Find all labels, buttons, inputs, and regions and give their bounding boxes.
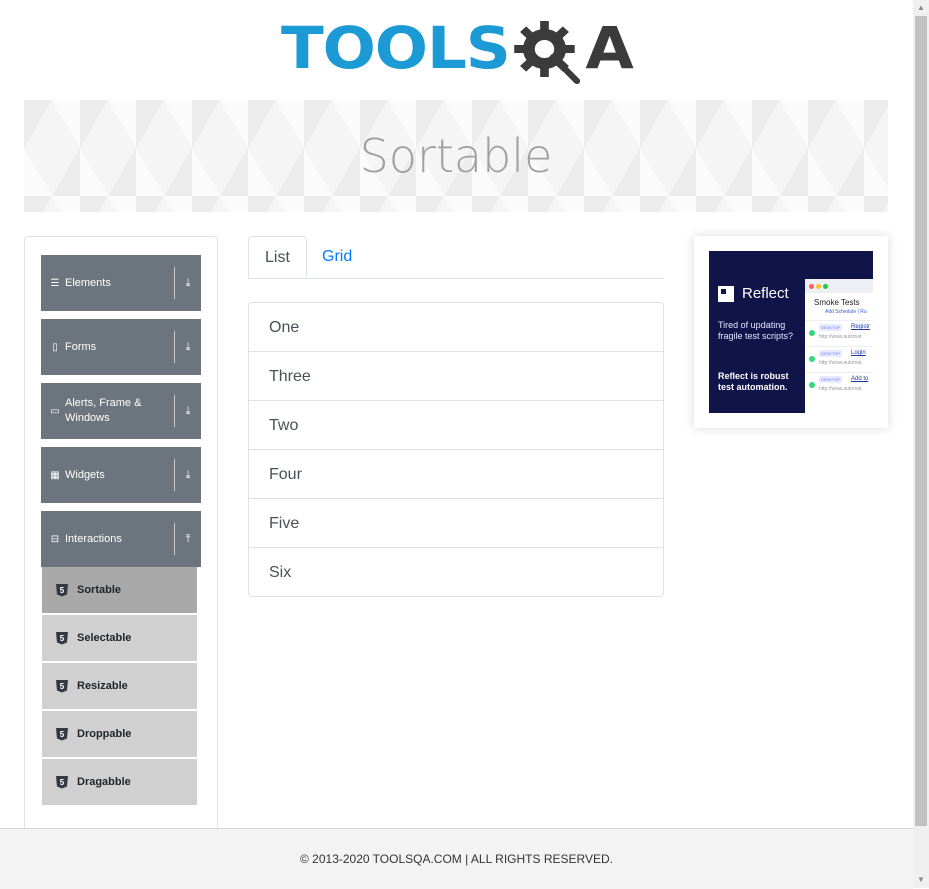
ad-row-badge: DESKTOP <box>819 324 843 331</box>
sidebar: ☰ Elements ⤓ ▯ Forms ⤓ ▭ Alerts, Frame &… <box>24 236 218 837</box>
dot-icon <box>823 283 828 289</box>
html5-icon: 5 <box>56 727 68 741</box>
ad-row-name: Add to <box>851 376 869 382</box>
sidebar-item-label: Sortable <box>77 584 122 596</box>
sidebar-group-label: Alerts, Frame & Windows <box>65 397 142 424</box>
list-item[interactable]: Four <box>249 450 663 499</box>
ad-row-name: Registr <box>851 324 871 330</box>
logo-text-tools: TOOLS <box>280 14 511 82</box>
vertical-scrollbar[interactable]: ▲ ▼ <box>913 0 929 888</box>
divider <box>174 267 175 299</box>
scroll-up-icon[interactable]: ▲ <box>913 0 929 16</box>
ad-row: DESKTOP Registr http://www.automat <box>805 320 873 346</box>
ad-row-url: http://www.automat <box>819 360 862 366</box>
arrow-down-icon: ⤓ <box>185 468 191 481</box>
list-item[interactable]: Two <box>249 401 663 450</box>
reflect-ad[interactable]: Reflect Tired of updating fragile test s… <box>709 251 873 413</box>
divider <box>174 395 175 427</box>
sidebar-group-interactions[interactable]: ⊟ Interactions ⤒ <box>41 511 201 567</box>
sidebar-item-dragabble[interactable]: 5 Dragabble <box>42 759 197 805</box>
arrow-down-icon: ⤓ <box>185 340 191 353</box>
ad-screenshot-panel: Smoke Tests Add Schedule | Ru DESKTOP Re… <box>805 279 873 413</box>
sidebar-item-droppable[interactable]: 5 Droppable <box>42 711 197 757</box>
sidebar-group-label: Interactions <box>65 532 122 545</box>
grid-icon: ▦ <box>50 469 60 481</box>
list-item[interactable]: Five <box>249 499 663 548</box>
ad-row-badge: DESKTOP <box>819 376 843 383</box>
dot-icon <box>816 283 821 289</box>
window-icon: ▭ <box>50 405 60 417</box>
dot-icon <box>809 283 814 289</box>
logo-text-qa: A <box>585 14 633 82</box>
tab-list[interactable]: List <box>248 236 307 278</box>
gear-icon <box>513 21 580 84</box>
tab-bar: List Grid <box>248 236 664 279</box>
list-item[interactable]: Six <box>249 548 663 596</box>
status-dot-icon <box>809 356 815 362</box>
reflect-logo: Reflect <box>718 285 789 302</box>
ad-tagline: Tired of updating fragile test scripts? <box>718 320 794 341</box>
list-item[interactable]: One <box>249 303 663 352</box>
sidebar-item-label: Selectable <box>77 632 132 644</box>
scroll-down-icon[interactable]: ▼ <box>913 872 929 888</box>
sidebar-item-sortable[interactable]: 5 Sortable <box>42 567 197 613</box>
footer-copyright: © 2013-2020 TOOLSQA.COM | ALL RIGHTS RES… <box>300 852 613 866</box>
sidebar-group-label: Forms <box>65 340 97 353</box>
sortable-list: One Three Two Four Five Six <box>248 302 664 597</box>
footer: © 2013-2020 TOOLSQA.COM | ALL RIGHTS RES… <box>0 828 913 889</box>
page-title: Sortable <box>359 129 553 183</box>
ad-row: DESKTOP Login http://www.automat <box>805 346 873 372</box>
arrow-up-icon: ⤒ <box>185 532 191 545</box>
sidebar-group-alerts[interactable]: ▭ Alerts, Frame & Windows ⤓ <box>41 383 201 439</box>
collapse-icon: ⊟ <box>50 533 60 545</box>
list-item[interactable]: Three <box>249 352 663 401</box>
sidebar-item-label: Droppable <box>77 728 132 740</box>
divider <box>174 331 175 363</box>
sidebar-group-label: Widgets <box>65 468 105 481</box>
divider <box>174 523 175 555</box>
ad-panel-link: Add Schedule | Ru <box>825 309 867 315</box>
arrow-down-icon: ⤓ <box>185 276 191 289</box>
ad-row: DESKTOP Add to http://www.automat <box>805 372 873 398</box>
document-icon: ▯ <box>52 341 58 353</box>
ad-row-badge: DESKTOP <box>819 350 843 357</box>
ad-cta: Reflect is robust test automation. <box>718 371 789 392</box>
status-dot-icon <box>809 382 815 388</box>
sidebar-group-elements[interactable]: ☰ Elements ⤓ <box>41 255 201 311</box>
sidebar-item-resizable[interactable]: 5 Resizable <box>42 663 197 709</box>
ad-row-name: Login <box>851 350 866 356</box>
browser-bar <box>805 279 873 293</box>
ad-row-url: http://www.automat <box>819 334 862 340</box>
status-dot-icon <box>809 330 815 336</box>
sidebar-group-forms[interactable]: ▯ Forms ⤓ <box>41 319 201 375</box>
html5-icon: 5 <box>56 679 68 693</box>
sidebar-item-selectable[interactable]: 5 Selectable <box>42 615 197 661</box>
arrow-down-icon: ⤓ <box>185 404 191 417</box>
html5-icon: 5 <box>56 583 68 597</box>
toolsqa-logo[interactable]: TOOLS A <box>0 0 913 96</box>
sidebar-group-label: Elements <box>65 276 111 289</box>
scroll-thumb[interactable] <box>915 16 927 826</box>
page-banner: Sortable <box>24 100 888 212</box>
html5-icon: 5 <box>56 775 68 789</box>
tab-grid[interactable]: Grid <box>306 236 368 277</box>
sidebar-item-label: Dragabble <box>77 776 131 788</box>
html5-icon: 5 <box>56 631 68 645</box>
hamburger-icon: ☰ <box>50 277 60 289</box>
sidebar-item-label: Resizable <box>77 680 128 692</box>
ad-brand: Reflect <box>742 285 789 302</box>
sidebar-group-widgets[interactable]: ▦ Widgets ⤓ <box>41 447 201 503</box>
divider <box>174 459 175 491</box>
ad-panel-title: Smoke Tests <box>814 298 860 307</box>
reflect-logo-icon <box>718 285 734 302</box>
ad-row-url: http://www.automat <box>819 386 862 392</box>
